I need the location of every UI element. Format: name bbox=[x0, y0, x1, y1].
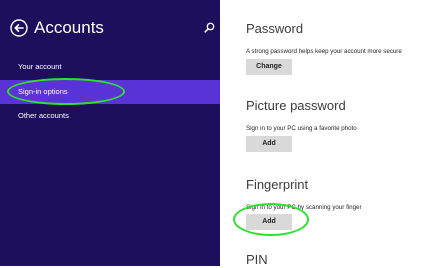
sidebar-item-other-accounts[interactable]: Other accounts bbox=[0, 104, 220, 128]
sidebar-item-your-account[interactable]: Your account bbox=[0, 55, 220, 79]
section-title-fingerprint: Fingerprint bbox=[246, 177, 309, 192]
page-title: Accounts bbox=[34, 18, 104, 37]
sidebar-header: Accounts bbox=[10, 17, 215, 41]
section-desc-fingerprint: Sign in to your PC by scanning your fing… bbox=[246, 204, 362, 211]
section-desc-password: A strong password helps keep your accoun… bbox=[246, 48, 402, 55]
section-title-picture-password: Picture password bbox=[246, 98, 346, 113]
add-fingerprint-button[interactable]: Add bbox=[246, 214, 292, 230]
sidebar-item-label: Your account bbox=[18, 62, 62, 71]
add-picture-password-button[interactable]: Add bbox=[246, 136, 292, 152]
section-desc-picture-password: Sign in to your PC using a favorite phot… bbox=[246, 125, 357, 132]
search-icon[interactable] bbox=[204, 22, 215, 33]
main-content: Password A strong password helps keep yo… bbox=[220, 0, 435, 267]
back-arrow-icon[interactable] bbox=[10, 19, 28, 37]
sidebar: Accounts Your account Sign-in options Ot… bbox=[0, 0, 220, 266]
sidebar-item-label: Other accounts bbox=[18, 111, 69, 120]
sidebar-item-sign-in-options[interactable]: Sign-in options bbox=[0, 80, 220, 104]
change-password-button[interactable]: Change bbox=[246, 59, 292, 75]
section-title-password: Password bbox=[246, 21, 304, 36]
sidebar-item-label: Sign-in options bbox=[18, 87, 68, 96]
